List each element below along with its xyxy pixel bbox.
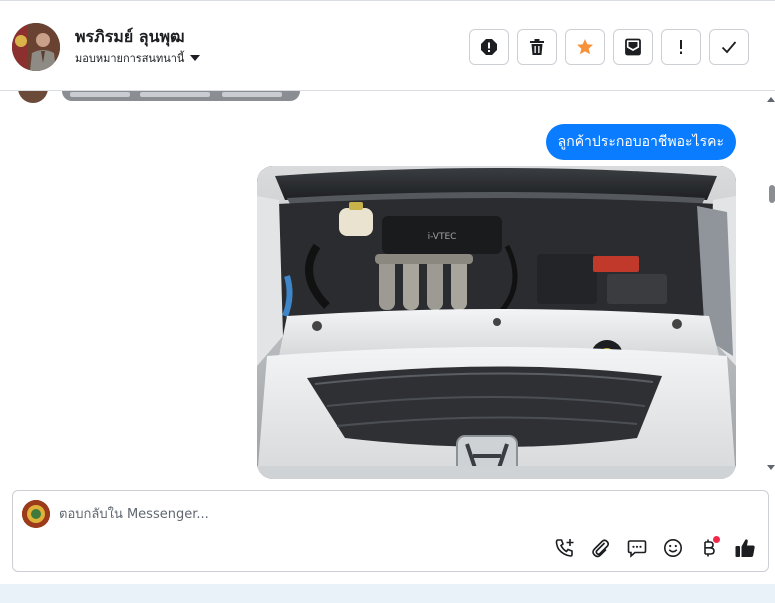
phone-add-icon [555,539,574,557]
star-button[interactable] [565,29,605,65]
smiley-icon [664,539,682,557]
envelope-icon [625,38,641,56]
scroll-thumb[interactable] [769,185,775,203]
payment-button[interactable] [697,536,721,560]
thumbs-up-icon [735,539,755,557]
messenger-inbox: พรภิรมย์ ลุนพุฒ มอบหมายการสนทนานี้ ลูกค้… [0,0,775,603]
check-icon [721,41,737,54]
mark-done-button[interactable] [709,29,749,65]
footer-bar [0,584,775,603]
car-engine-photo[interactable]: i-VTEC [257,166,736,479]
reply-composer [12,490,769,572]
conversation-toolbar [469,29,749,65]
svg-text:i-VTEC: i-VTEC [428,232,457,242]
sent-message-bubble[interactable]: ลูกค้าประกอบอาชีพอะไรคะ [545,124,736,160]
alert-circle-button[interactable] [469,29,509,65]
contact-name[interactable]: พรภิรมย์ ลุนพุฒ [75,25,185,50]
attach-button[interactable] [589,536,613,560]
assign-conversation-dropdown[interactable]: มอบหมายการสนทนานี้ [75,49,201,67]
saved-replies-button[interactable] [625,536,649,560]
scroll-down-arrow-icon[interactable] [767,465,775,470]
trash-icon [530,39,544,55]
page-avatar [22,500,50,528]
message-thread[interactable]: ลูกค้าประกอบอาชีพอะไรคะ i-VTEC [0,91,775,479]
call-button[interactable] [553,536,577,560]
sender-avatar [18,91,48,103]
alert-circle-icon [481,39,497,55]
notification-dot [713,536,720,543]
follow-up-button[interactable] [661,29,701,65]
paperclip-icon [592,539,610,558]
emoji-button[interactable] [661,536,685,560]
caret-down-icon [190,55,201,61]
thread-scrollbar[interactable] [764,91,775,479]
chat-bubble-icon [627,540,647,558]
assign-label: มอบหมายการสนทนานี้ [75,52,185,65]
scroll-up-arrow-icon[interactable] [767,97,775,102]
exclamation-icon [680,40,682,54]
composer-actions [553,536,757,560]
reply-input[interactable] [59,503,699,525]
delete-button[interactable] [517,29,557,65]
contact-avatar[interactable] [12,23,60,71]
star-icon [577,39,593,55]
previous-image-attachment[interactable] [62,91,300,101]
mark-unread-button[interactable] [613,29,653,65]
like-button[interactable] [733,536,757,560]
conversation-header: พรภิรมย์ ลุนพุฒ มอบหมายการสนทนานี้ [0,0,775,91]
